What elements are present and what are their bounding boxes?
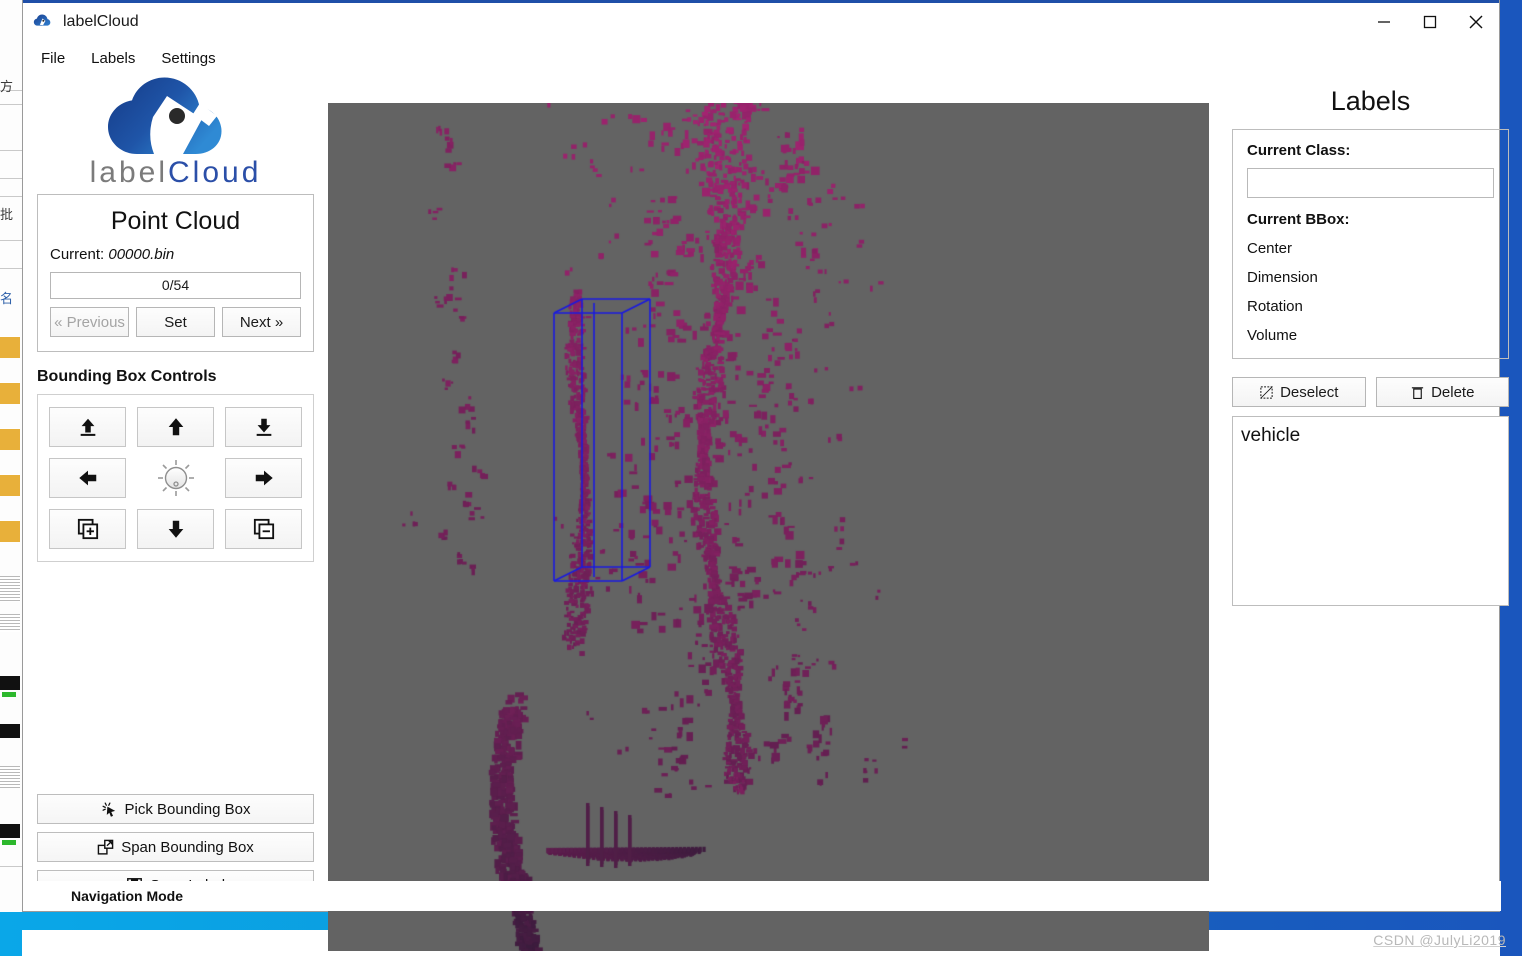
left-sidebar: labelCloud Point Cloud Current: 00000.bi… bbox=[23, 72, 328, 912]
logo-text-label: label bbox=[89, 156, 168, 189]
increase-size-button[interactable] bbox=[49, 509, 126, 549]
move-right-button[interactable] bbox=[225, 458, 302, 498]
labels-info-panel: Current Class: Current BBox: Center Dime… bbox=[1232, 129, 1509, 359]
deselect-button[interactable]: Deselect bbox=[1232, 377, 1366, 407]
previous-button[interactable]: « Previous bbox=[50, 307, 129, 337]
list-item[interactable]: vehicle bbox=[1237, 423, 1504, 449]
bbox-volume-row: Volume bbox=[1247, 327, 1298, 344]
current-file-value: 00000.bin bbox=[108, 246, 175, 263]
labelcloud-logo: labelCloud bbox=[37, 72, 314, 194]
delete-button[interactable]: Delete bbox=[1375, 377, 1509, 407]
current-class-input[interactable] bbox=[1247, 168, 1494, 198]
rotate-dial[interactable] bbox=[137, 458, 214, 498]
rotation-dial-icon bbox=[157, 460, 194, 496]
menu-settings[interactable]: Settings bbox=[159, 48, 217, 69]
span-bounding-box-label: Span Bounding Box bbox=[121, 838, 254, 856]
decrease-size-button[interactable] bbox=[225, 509, 302, 549]
labels-panel-title: Labels bbox=[1330, 86, 1411, 116]
window-title: labelCloud bbox=[63, 12, 139, 30]
point-cloud-nav: « Previous Set Next » bbox=[50, 307, 301, 337]
menu-file[interactable]: File bbox=[39, 48, 67, 69]
layers-minus-icon bbox=[253, 518, 274, 540]
point-cloud-progress[interactable]: 0/54 bbox=[50, 272, 301, 299]
layers-plus-icon bbox=[77, 518, 98, 540]
span-box-icon bbox=[97, 839, 114, 855]
minimize-button[interactable] bbox=[1361, 0, 1407, 44]
bbox-controls-panel bbox=[37, 394, 314, 562]
move-backward-button[interactable] bbox=[137, 509, 214, 549]
point-cloud-canvas[interactable] bbox=[328, 103, 1209, 951]
maximize-button[interactable] bbox=[1407, 0, 1453, 44]
move-left-button[interactable] bbox=[49, 458, 126, 498]
bbox-center-row: Center bbox=[1247, 240, 1293, 257]
menu-labels[interactable]: Labels bbox=[89, 48, 137, 69]
trash-icon bbox=[1411, 386, 1424, 399]
app-body: labelCloud Point Cloud Current: 00000.bi… bbox=[23, 72, 1509, 951]
watermark: CSDN @JulyLi2019 bbox=[1373, 932, 1506, 948]
label-list[interactable]: vehicle bbox=[1232, 416, 1509, 606]
arrow-left-icon bbox=[78, 470, 96, 486]
set-button[interactable]: Set bbox=[136, 307, 215, 337]
deselect-label: Deselect bbox=[1280, 383, 1339, 401]
left-panel-spacer bbox=[37, 562, 314, 794]
bbox-rotation-row: Rotation bbox=[1247, 298, 1303, 315]
title-accent-bar bbox=[23, 0, 1499, 3]
arrow-right-icon bbox=[255, 470, 273, 486]
window-controls bbox=[1361, 0, 1499, 44]
cursor-click-icon bbox=[102, 801, 115, 817]
viewport-container bbox=[328, 72, 1218, 951]
status-bar: Navigation Mode bbox=[23, 881, 1501, 911]
arrow-up-icon bbox=[168, 418, 183, 436]
labelcloud-window: labelCloud File Labels Settings labelClo… bbox=[22, 0, 1509, 951]
close-button[interactable] bbox=[1453, 0, 1499, 44]
current-class-label: Current Class: bbox=[1247, 142, 1351, 159]
arrow-up-from-line-icon bbox=[80, 418, 95, 436]
selection-button-group: Deselect Delete bbox=[1232, 377, 1509, 407]
logo-wordmark: labelCloud bbox=[90, 156, 262, 190]
status-mode-text: Navigation Mode bbox=[71, 888, 184, 904]
pick-bounding-box-label: Pick Bounding Box bbox=[124, 800, 251, 818]
move-up-z-button[interactable] bbox=[49, 407, 126, 447]
current-file-row: Current: 00000.bin bbox=[50, 246, 301, 263]
right-sidebar: Labels Current Class: Current BBox: Cent… bbox=[1218, 72, 1522, 912]
app-cloud-icon bbox=[33, 13, 51, 26]
menu-bar: File Labels Settings bbox=[23, 44, 1499, 72]
pick-bounding-box-button[interactable]: Pick Bounding Box bbox=[37, 794, 314, 824]
delete-label: Delete bbox=[1431, 383, 1475, 401]
dashed-square-icon bbox=[1260, 385, 1273, 399]
point-cloud-title: Point Cloud bbox=[110, 207, 241, 235]
point-cloud-panel: Point Cloud Current: 00000.bin 0/54 « Pr… bbox=[37, 194, 314, 352]
logo-cloud-icon bbox=[107, 77, 221, 154]
bbox-controls-title: Bounding Box Controls bbox=[37, 368, 217, 385]
next-button[interactable]: Next » bbox=[222, 307, 301, 337]
current-bbox-label: Current BBox: bbox=[1247, 211, 1350, 228]
background-document-window[interactable]: 方 批 名 bbox=[0, 0, 22, 912]
span-bounding-box-button[interactable]: Span Bounding Box bbox=[37, 832, 314, 862]
arrow-down-to-line-icon bbox=[256, 418, 271, 436]
move-forward-button[interactable] bbox=[137, 407, 214, 447]
bbox-dimension-row: Dimension bbox=[1247, 269, 1318, 286]
move-down-z-button[interactable] bbox=[225, 407, 302, 447]
bbox-control-grid bbox=[49, 407, 302, 549]
title-bar: labelCloud bbox=[23, 0, 1499, 44]
point-cloud-viewport[interactable] bbox=[328, 103, 1209, 951]
arrow-down-icon bbox=[168, 520, 183, 538]
current-file-label: Current: bbox=[50, 246, 105, 263]
logo-text-cloud: Cloud bbox=[168, 156, 262, 189]
